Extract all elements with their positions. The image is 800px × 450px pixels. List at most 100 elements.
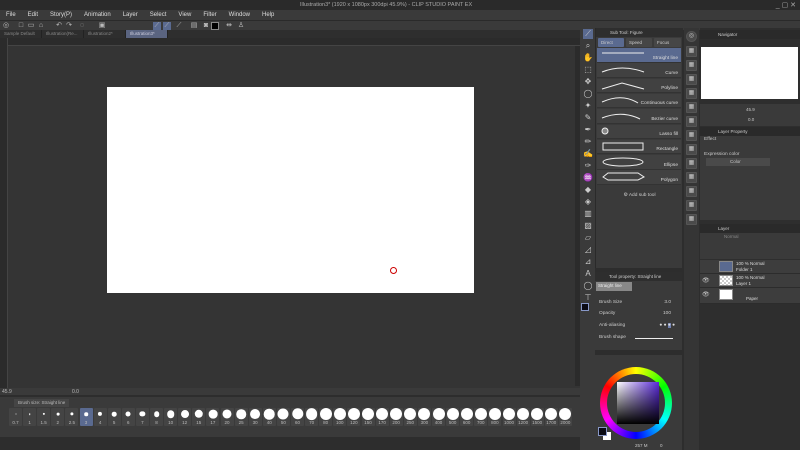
zoom-tool-icon[interactable]: ⌕ bbox=[583, 41, 593, 51]
material-icon[interactable]: ▦ bbox=[686, 214, 697, 225]
text-tool-icon[interactable]: A bbox=[583, 269, 593, 279]
search-icon[interactable]: ◎ bbox=[686, 31, 697, 42]
tab-sample-default[interactable]: Sample Default bbox=[0, 30, 42, 38]
balloon-icon[interactable]: ◯ bbox=[583, 281, 593, 291]
fill-icon[interactable]: ▥ bbox=[583, 209, 593, 219]
add-sub-tool-button[interactable]: ⚙ Add sub tool bbox=[596, 193, 683, 198]
blend-icon[interactable]: ◈ bbox=[583, 197, 593, 207]
snap-ruler-icon[interactable]: ⟋ bbox=[153, 22, 161, 30]
sub-tool-item[interactable]: Lasso fill bbox=[597, 124, 681, 139]
brush-size-option[interactable]: 1.5 bbox=[37, 408, 51, 426]
material-icon[interactable]: ▦ bbox=[686, 200, 697, 211]
material-icon[interactable]: ▦ bbox=[686, 116, 697, 127]
saturation-value-square[interactable] bbox=[617, 382, 659, 424]
material-icon[interactable]: ▦ bbox=[686, 46, 697, 57]
transform-icon[interactable]: ▣ bbox=[98, 22, 106, 30]
navigator-angle[interactable]: 0.0 bbox=[748, 117, 754, 122]
ruler-icon[interactable]: ▤ bbox=[190, 22, 198, 30]
sub-tool-item[interactable]: Straight line bbox=[597, 48, 681, 63]
material-icon[interactable]: ▦ bbox=[686, 130, 697, 141]
brush-size-option[interactable]: 20 bbox=[220, 408, 234, 426]
open-icon[interactable]: ▭ bbox=[27, 22, 35, 30]
menu-help[interactable]: Help bbox=[256, 10, 280, 20]
brush-size-option[interactable]: 2000 bbox=[558, 408, 572, 426]
sub-tool-item[interactable]: Continuous curve bbox=[597, 93, 681, 109]
brush-size-option[interactable]: 1 bbox=[23, 408, 37, 426]
hand-tool-icon[interactable]: ✋ bbox=[583, 53, 593, 63]
brush-size-option[interactable]: 1500 bbox=[530, 408, 544, 426]
menu-filter[interactable]: Filter bbox=[197, 10, 222, 20]
layer-row-layer1[interactable]: 👁 100 % Normal Layer 1 bbox=[700, 274, 800, 288]
figure-icon[interactable]: ♙ bbox=[237, 22, 245, 30]
menu-layer[interactable]: Layer bbox=[117, 10, 144, 20]
brush-size-option[interactable]: 2.5 bbox=[65, 408, 79, 426]
brush-size-option[interactable]: 250 bbox=[403, 408, 417, 426]
window-controls[interactable]: _ ▢ ✕ bbox=[776, 1, 796, 9]
layer-row-folder[interactable]: 100 % Normal Folder 1 bbox=[700, 260, 800, 274]
brush-size-option[interactable]: 8 bbox=[150, 408, 163, 426]
menu-select[interactable]: Select bbox=[144, 10, 173, 20]
redo-icon[interactable]: ↷ bbox=[65, 22, 73, 30]
brush-size-option[interactable]: 70 bbox=[305, 408, 319, 426]
brush-size-option[interactable]: 300 bbox=[417, 408, 431, 426]
undo-icon[interactable]: ↶ bbox=[55, 22, 63, 30]
menu-story[interactable]: Story(P) bbox=[44, 10, 78, 20]
snap-special-ruler-icon[interactable]: ⟋ bbox=[163, 22, 171, 30]
ruler-tool-icon[interactable]: ⊿ bbox=[583, 257, 593, 267]
material-icon[interactable]: ▦ bbox=[686, 172, 697, 183]
color-icon[interactable]: ◙ bbox=[202, 22, 210, 30]
main-color-swatch[interactable] bbox=[581, 303, 589, 311]
eyedropper-icon[interactable]: ✎ bbox=[583, 113, 593, 123]
preset-label[interactable]: Straight line bbox=[596, 282, 632, 291]
brush-size-option[interactable]: 50 bbox=[276, 408, 290, 426]
new-file-icon[interactable]: □ bbox=[17, 22, 25, 30]
brush-size-option[interactable]: 600 bbox=[460, 408, 474, 426]
tab-illustration2[interactable]: Illustration2* bbox=[84, 30, 126, 38]
brush-size-option[interactable]: 5 bbox=[107, 408, 121, 426]
figure-icon[interactable]: ▱ bbox=[583, 233, 593, 243]
brush-size-option[interactable]: 200 bbox=[389, 408, 403, 426]
opacity-row[interactable]: Opacity 100 bbox=[599, 311, 675, 321]
brush-size-option[interactable]: 30 bbox=[248, 408, 262, 426]
material-icon[interactable]: ▦ bbox=[686, 88, 697, 99]
save-icon[interactable]: ⌂ bbox=[37, 22, 45, 30]
sub-tool-item[interactable]: Bezier curve bbox=[597, 109, 681, 124]
frame-icon[interactable]: ◿ bbox=[583, 245, 593, 255]
menu-view[interactable]: View bbox=[172, 10, 197, 20]
correct-line-icon[interactable]: ⊤ bbox=[583, 293, 593, 303]
brush-size-option[interactable]: 0.7 bbox=[9, 408, 22, 426]
brush-size-row[interactable]: Brush Size 3.0 bbox=[599, 300, 675, 310]
brush-tool-icon[interactable]: ✍ bbox=[583, 149, 593, 159]
sub-tool-item[interactable]: Polygon bbox=[597, 170, 681, 185]
group-direct[interactable]: Direct bbox=[598, 38, 624, 47]
snap-grid-icon[interactable]: ⟋ bbox=[175, 22, 183, 30]
figure-tool-icon[interactable]: ⟋ bbox=[583, 29, 593, 39]
eye-icon[interactable]: 👁 bbox=[702, 277, 710, 284]
decoration-icon[interactable]: ♒ bbox=[583, 173, 593, 183]
brush-size-option[interactable]: 120 bbox=[347, 408, 361, 426]
selection-tool-icon[interactable]: ◯ bbox=[583, 89, 593, 99]
brush-size-option[interactable]: 150 bbox=[361, 408, 375, 426]
expression-color-select[interactable]: Color bbox=[706, 158, 770, 166]
opacity-value[interactable]: 100 bbox=[663, 311, 671, 316]
eye-icon[interactable]: 👁 bbox=[702, 291, 710, 298]
brush-size-option[interactable]: 17 bbox=[206, 408, 220, 426]
brush-shape-row[interactable]: Brush shape bbox=[599, 335, 675, 345]
brush-size-option[interactable]: 700 bbox=[474, 408, 488, 426]
brush-size-option[interactable]: 1700 bbox=[544, 408, 558, 426]
brush-size-option[interactable]: 4 bbox=[93, 408, 107, 426]
brush-size-option[interactable]: 500 bbox=[446, 408, 460, 426]
material-icon[interactable]: ▦ bbox=[686, 102, 697, 113]
menu-edit[interactable]: Edit bbox=[22, 10, 44, 20]
navigator-title[interactable]: Navigator bbox=[700, 30, 800, 39]
clip-studio-icon[interactable]: ◎ bbox=[2, 22, 10, 30]
brush-size-option[interactable]: 400 bbox=[432, 408, 445, 426]
menu-animation[interactable]: Animation bbox=[78, 10, 117, 20]
angle-value[interactable]: 0.0 bbox=[72, 389, 79, 395]
brush-size-option[interactable]: 60 bbox=[291, 408, 304, 426]
anti-aliasing-options[interactable]: ● ● ● ● bbox=[659, 323, 675, 328]
brush-size-option[interactable]: 2 bbox=[51, 408, 65, 426]
flip-icon[interactable]: ⇹ bbox=[225, 22, 233, 30]
sub-tool-item[interactable]: Rectangle bbox=[597, 139, 681, 155]
brush-size-option[interactable]: 1200 bbox=[516, 408, 530, 426]
